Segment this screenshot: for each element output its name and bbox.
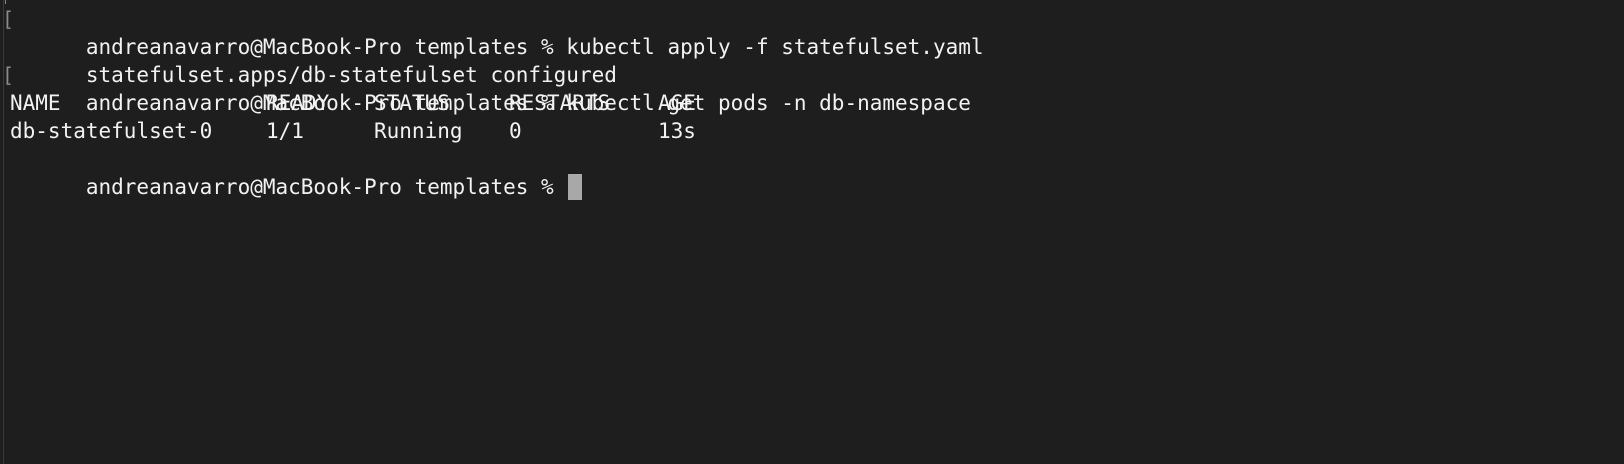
shell-prompt: andreanavarro@MacBook-Pro templates % xyxy=(85,175,567,199)
terminal-window[interactable]: [ andreanavarro@MacBook-Pro templates % k… xyxy=(0,0,1624,464)
table-row: db-statefulset-0 1/1 Running 0 13s xyxy=(10,117,696,145)
terminal-line-command-apply: [andreanavarro@MacBook-Pro templates % k… xyxy=(2,5,984,59)
pod-restarts: 0 xyxy=(509,119,522,143)
pod-status: Running xyxy=(374,119,463,143)
terminal-line-current-prompt[interactable]: andreanavarro@MacBook-Pro templates % xyxy=(10,145,984,200)
text-cursor[interactable] xyxy=(568,174,583,200)
mark-bracket-icon: [ xyxy=(2,7,15,31)
terminal-line-output: statefulset.apps/db-statefulset configur… xyxy=(10,33,984,87)
command-text: kubectl get pods -n db-namespace xyxy=(566,91,971,115)
pod-age: 13s xyxy=(658,119,696,143)
shell-prompt: andreanavarro@MacBook-Pro templates % xyxy=(85,91,567,115)
terminal-line-command-get-pods: [ andreanavarro@MacBook-Pro templates % k… xyxy=(2,61,984,115)
terminal-output: [ andreanavarro@MacBook-Pro templates % k… xyxy=(2,5,984,200)
pod-ready: 1/1 xyxy=(266,119,304,143)
mark-bracket-icon: [ xyxy=(2,63,15,87)
scroll-mark-icon xyxy=(5,0,9,4)
